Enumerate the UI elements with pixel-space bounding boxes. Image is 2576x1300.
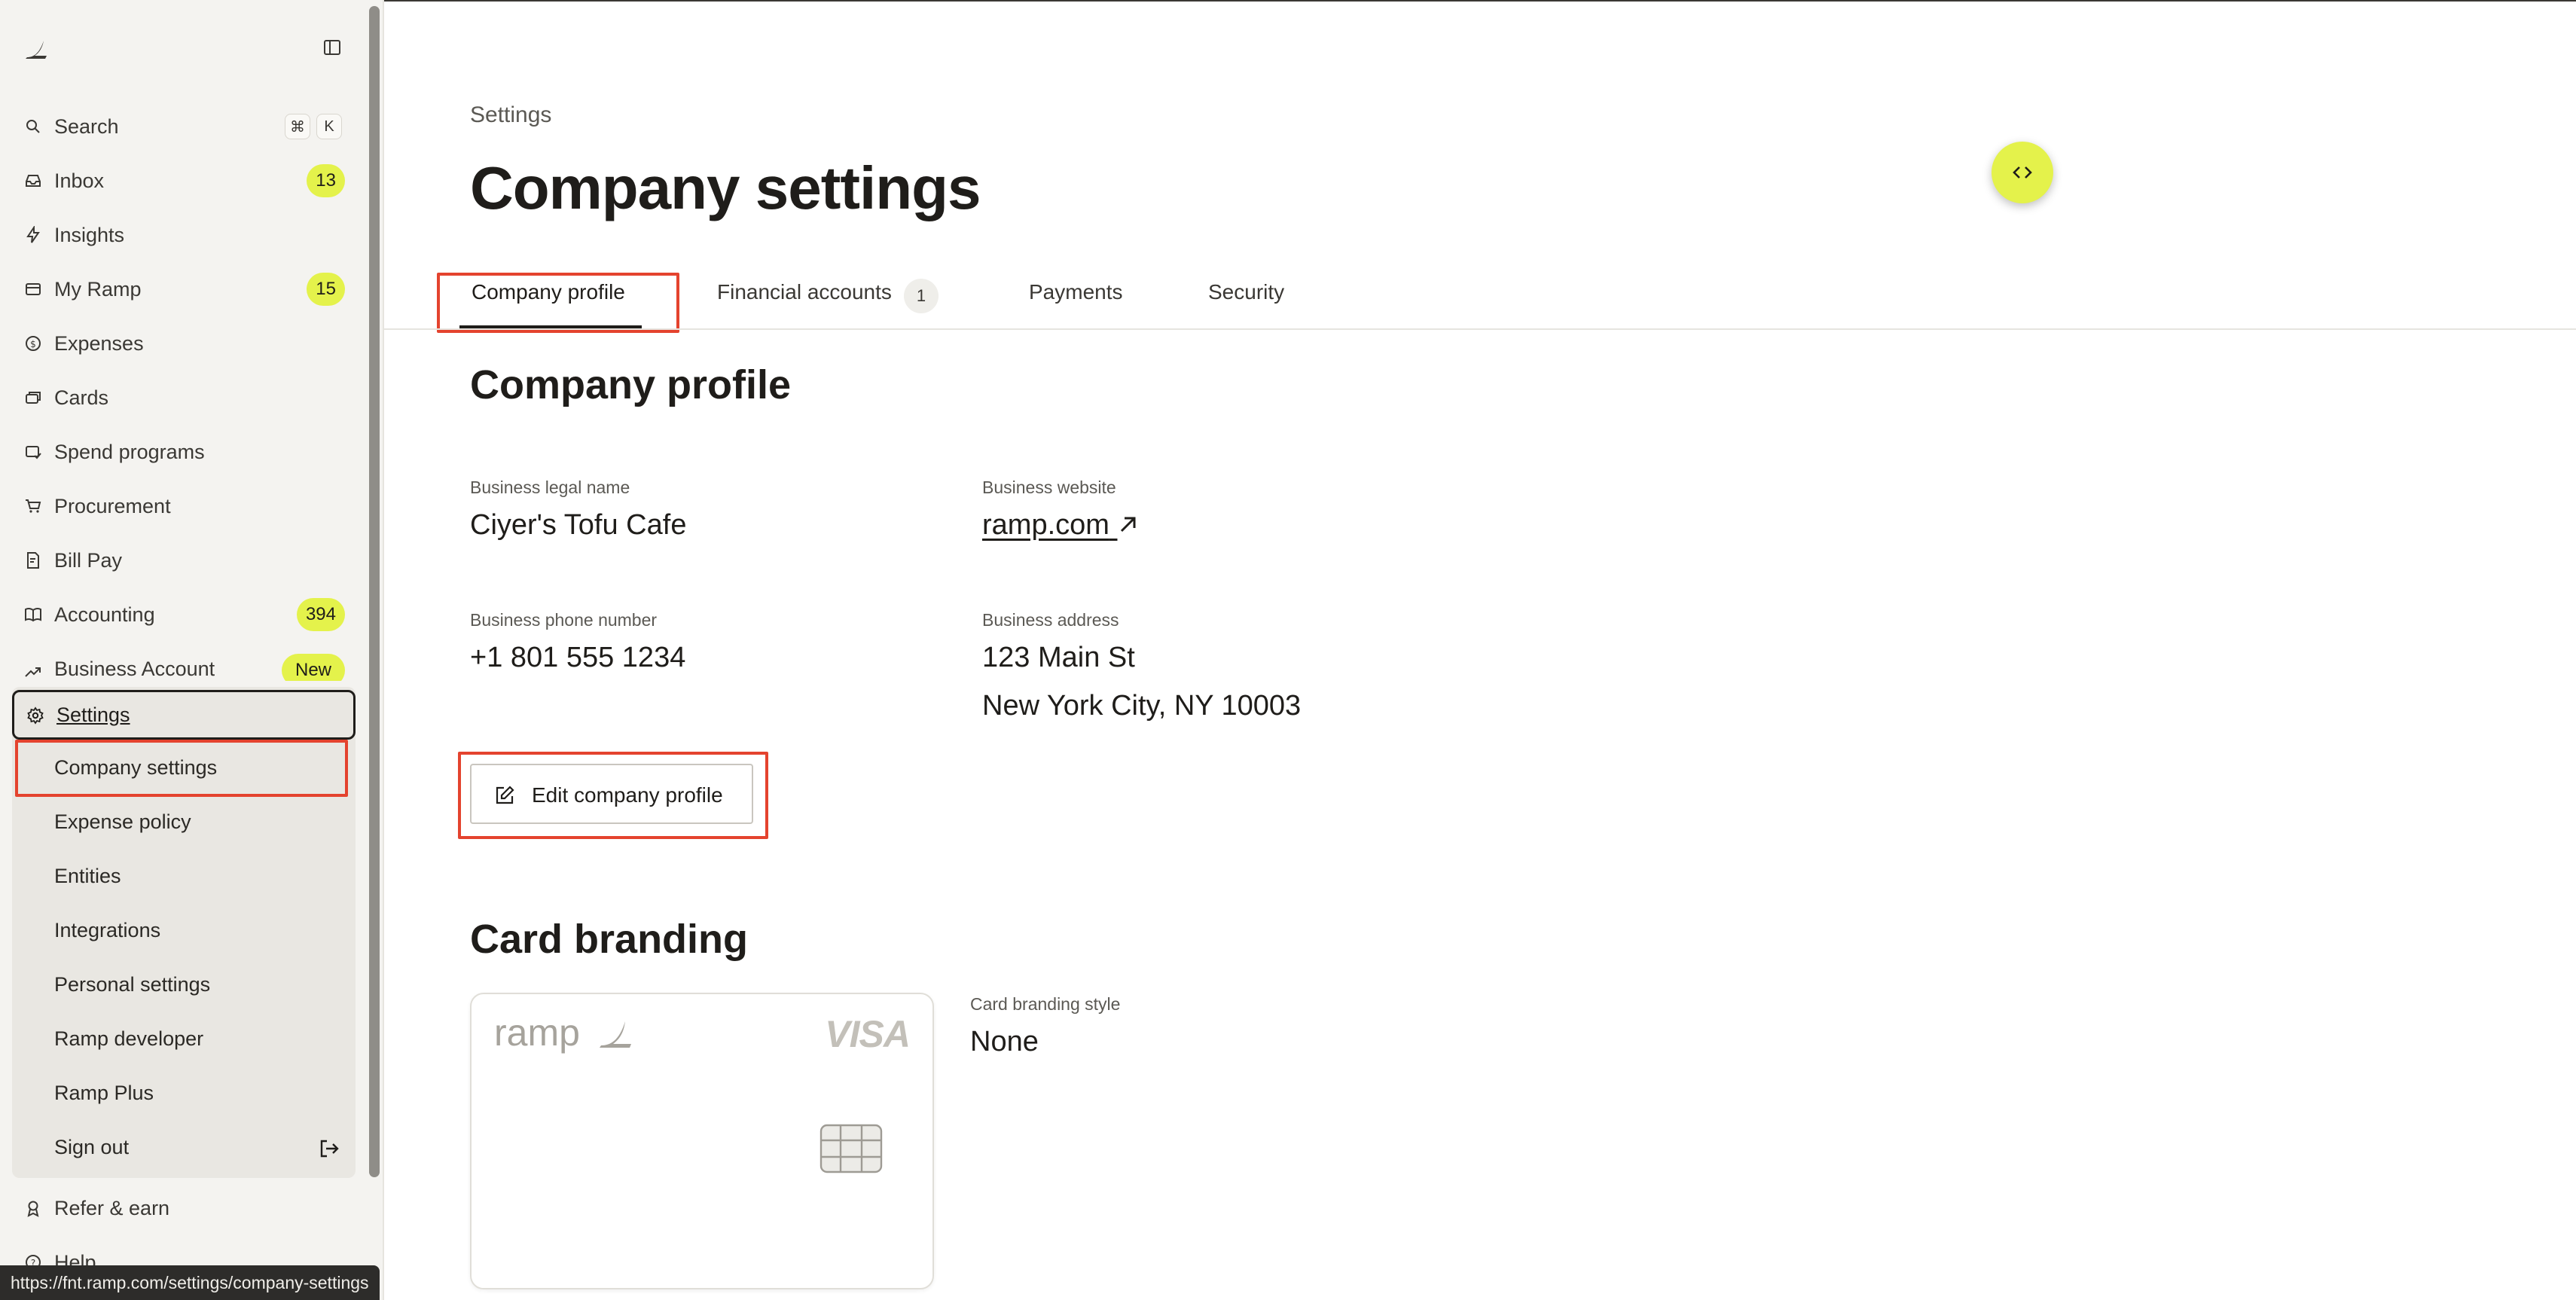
sidebar: Search ⌘ K Inbox 13 Insights My Ramp 15 … — [0, 0, 384, 1300]
tabs-divider — [384, 328, 2576, 330]
settings-item-expense-policy[interactable]: Expense policy — [54, 810, 191, 834]
settings-item-personal-settings[interactable]: Personal settings — [54, 973, 210, 996]
sidebar-item-label: Inbox — [54, 169, 105, 192]
lightning-icon — [24, 226, 42, 244]
sidebar-item-my-ramp[interactable]: My Ramp 15 — [0, 267, 362, 312]
svg-text:$: $ — [30, 339, 36, 349]
app-root: Search ⌘ K Inbox 13 Insights My Ramp 15 … — [0, 0, 2576, 1300]
phone-value: +1 801 555 1234 — [470, 642, 686, 673]
shortcut-k-key: K — [316, 114, 342, 139]
sidebar-item-label: Accounting — [54, 603, 155, 626]
sidebar-item-insights[interactable]: Insights — [0, 212, 362, 258]
sidebar-item-accounting[interactable]: Accounting 394 — [0, 592, 362, 637]
page-title: Company settings — [470, 154, 981, 221]
card-branding-style-label: Card branding style — [970, 994, 1121, 1014]
bill-icon — [24, 551, 42, 569]
card-outline-icon — [24, 280, 42, 298]
settings-item-ramp-plus[interactable]: Ramp Plus — [54, 1082, 154, 1105]
company-profile-heading: Company profile — [470, 362, 792, 407]
sidebar-item-expenses[interactable]: $ Expenses — [0, 321, 362, 366]
tab-payments[interactable]: Payments — [1029, 280, 1123, 304]
shortcut-cmd-key: ⌘ — [285, 114, 310, 139]
ramp-mark-icon — [600, 1021, 631, 1048]
card-network-logo: VISA — [825, 1013, 911, 1055]
card-branding-heading: Card branding — [470, 917, 749, 962]
settings-label: Settings — [56, 703, 130, 726]
tab-financial-accounts[interactable]: Financial accounts — [717, 280, 892, 304]
accounting-count-badge: 394 — [296, 598, 345, 631]
sidebar-item-inbox[interactable]: Inbox 13 — [0, 158, 362, 203]
card-chip-icon — [819, 1124, 883, 1173]
spend-programs-icon — [24, 443, 42, 461]
sidebar-item-label: Spend programs — [54, 440, 205, 463]
gear-icon — [26, 706, 44, 725]
code-brackets-icon — [2013, 166, 2032, 179]
edit-button-highlight — [458, 752, 768, 839]
legal-name-label: Business legal name — [470, 478, 630, 497]
company-profile-tab-highlight — [437, 273, 679, 333]
website-label: Business website — [982, 478, 1116, 497]
status-url-tooltip: https://fnt.ramp.com/settings/company-se… — [0, 1265, 380, 1300]
sidebar-item-cards[interactable]: Cards — [0, 375, 362, 420]
my-ramp-count-badge: 15 — [307, 273, 345, 306]
developer-toggle-button[interactable] — [1992, 142, 2053, 203]
sign-out-icon[interactable] — [318, 1137, 340, 1160]
new-badge: New — [281, 654, 345, 681]
settings-item-ramp-developer[interactable]: Ramp developer — [54, 1027, 203, 1051]
sidebar-item-bill-pay[interactable]: Bill Pay — [0, 538, 362, 583]
sidebar-item-label: Cards — [54, 386, 109, 409]
address-label: Business address — [982, 610, 1119, 630]
sidebar-item-business-account[interactable]: Business Account New — [0, 646, 362, 681]
external-link-icon — [1121, 517, 1136, 533]
inbox-icon — [24, 172, 42, 190]
sidebar-item-search[interactable]: Search ⌘ K — [0, 104, 362, 149]
settings-item-integrations[interactable]: Integrations — [54, 919, 160, 942]
search-icon — [24, 117, 42, 136]
phone-label: Business phone number — [470, 610, 658, 630]
sidebar-item-label: Refer & earn — [54, 1196, 170, 1219]
sidebar-item-procurement[interactable]: Procurement — [0, 484, 362, 529]
sidebar-item-label: Procurement — [54, 494, 171, 517]
settings-item-sign-out[interactable]: Sign out — [54, 1136, 129, 1159]
card-preview: ramp VISA — [470, 993, 934, 1289]
tab-security[interactable]: Security — [1208, 280, 1284, 304]
sidebar-item-label: Insights — [54, 223, 125, 246]
address-line1: 123 Main St — [982, 642, 1135, 673]
website-link-text: ramp.com — [982, 509, 1109, 541]
sidebar-item-settings[interactable]: Settings — [12, 690, 356, 740]
dollar-circle-icon: $ — [24, 334, 42, 352]
sidebar-item-label: My Ramp — [54, 277, 142, 301]
card-brand-text: ramp — [494, 1012, 580, 1054]
card-branding-style-value: None — [970, 1026, 1039, 1057]
sidebar-item-label: Business Account — [54, 658, 215, 680]
breadcrumb[interactable]: Settings — [470, 102, 551, 128]
award-icon — [24, 1199, 42, 1217]
legal-name-value: Ciyer's Tofu Cafe — [470, 509, 687, 541]
ramp-logo-icon[interactable] — [23, 35, 51, 63]
inbox-count-badge: 13 — [307, 164, 345, 197]
trend-icon — [24, 663, 42, 681]
sidebar-item-label: Bill Pay — [54, 548, 123, 572]
sidebar-item-refer-earn[interactable]: Refer & earn — [0, 1186, 362, 1231]
website-link[interactable]: ramp.com — [982, 509, 1140, 542]
address-line2: New York City, NY 10003 — [982, 690, 1302, 722]
sidebar-scrollbar[interactable] — [369, 6, 380, 1177]
company-settings-highlight — [15, 740, 348, 797]
sidebar-item-label: Expenses — [54, 331, 144, 355]
sidebar-item-spend-programs[interactable]: Spend programs — [0, 429, 362, 475]
cart-icon — [24, 497, 42, 515]
settings-item-entities[interactable]: Entities — [54, 865, 121, 888]
book-icon — [24, 606, 42, 624]
sidebar-collapse-icon[interactable] — [322, 38, 342, 57]
sidebar-item-label: Search — [54, 114, 119, 138]
financial-accounts-count-badge: 1 — [904, 279, 939, 313]
window-top-border — [0, 0, 2576, 2]
cards-icon — [24, 389, 42, 407]
